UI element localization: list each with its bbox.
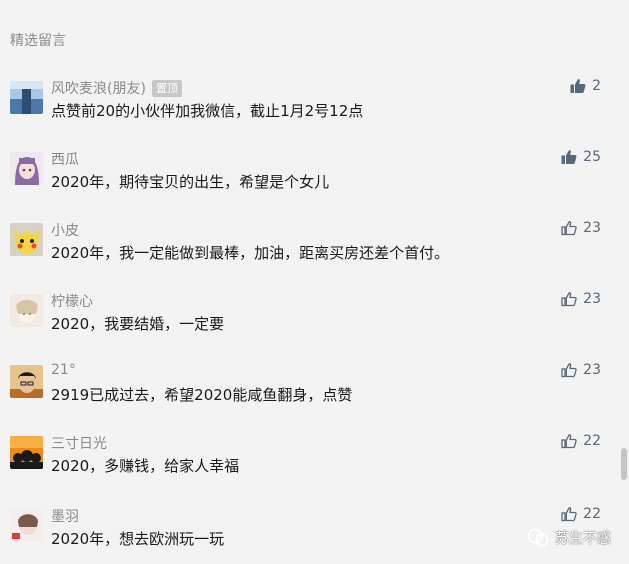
- thumbs-up-filled-icon: [561, 150, 577, 164]
- thumbs-up-outline-icon: [561, 292, 577, 307]
- avatar[interactable]: [10, 436, 43, 469]
- like-button[interactable]: 23: [561, 291, 601, 307]
- author-name[interactable]: 风吹麦浪(朋友): [51, 78, 146, 98]
- pinned-badge: 置顶: [151, 79, 182, 97]
- like-button[interactable]: 22: [561, 506, 601, 522]
- avatar[interactable]: [10, 223, 43, 256]
- comment-item: 西瓜 2020年，期待宝贝的出生，希望是个女儿 25: [0, 148, 629, 208]
- thumbs-up-filled-icon: [570, 79, 586, 93]
- avatar[interactable]: [10, 509, 43, 542]
- comment-author[interactable]: 西瓜: [51, 149, 79, 169]
- comment-author[interactable]: 三寸日光: [51, 433, 107, 453]
- watermark-label: 苏生不惑: [555, 531, 611, 547]
- like-count: 23: [583, 220, 601, 236]
- like-count: 22: [583, 433, 601, 449]
- comments-page: 精选留言 风吹麦浪(朋友) 置顶 点赞前20的小伙伴加我微信，截止1月2号12点…: [0, 0, 629, 564]
- watermark: 苏生不惑: [527, 528, 611, 548]
- comment-item: 风吹麦浪(朋友) 置顶 点赞前20的小伙伴加我微信，截止1月2号12点 2: [0, 77, 629, 137]
- comment-item: 小皮 2020年，我一定能做到最棒，加油，距离买房还差个首付。 23: [0, 219, 629, 279]
- author-name[interactable]: 小皮: [51, 220, 79, 240]
- comment-text: 2020，多赚钱，给家人幸福: [51, 457, 240, 475]
- author-name[interactable]: 柠檬心: [51, 291, 93, 311]
- like-button[interactable]: 2: [570, 78, 601, 94]
- thumbs-up-outline-icon: [561, 507, 577, 522]
- comment-item: 21° 2919已成过去，希望2020能咸鱼翻身，点赞 23: [0, 361, 629, 421]
- author-name[interactable]: 21°: [51, 362, 76, 378]
- section-title: 精选留言: [10, 33, 66, 49]
- comment-author[interactable]: 墨羽: [51, 506, 79, 526]
- thumbs-up-outline-icon: [561, 363, 577, 378]
- like-button[interactable]: 23: [561, 362, 601, 378]
- like-count: 25: [583, 149, 601, 165]
- author-name[interactable]: 西瓜: [51, 149, 79, 169]
- like-count: 23: [583, 291, 601, 307]
- avatar[interactable]: [10, 81, 43, 114]
- comment-text: 2020，我要结婚，一定要: [51, 315, 225, 333]
- avatar[interactable]: [10, 152, 43, 185]
- avatar[interactable]: [10, 365, 43, 398]
- comment-author[interactable]: 21°: [51, 362, 76, 378]
- author-name[interactable]: 三寸日光: [51, 433, 107, 453]
- like-count: 2: [592, 78, 601, 94]
- wechat-official-account-icon: [527, 528, 549, 548]
- comment-text: 2919已成过去，希望2020能咸鱼翻身，点赞: [51, 386, 353, 404]
- comment-text: 2020年，想去欧洲玩一玩: [51, 530, 225, 548]
- thumbs-up-outline-icon: [561, 221, 577, 236]
- comment-author[interactable]: 风吹麦浪(朋友) 置顶: [51, 78, 182, 98]
- comment-author[interactable]: 小皮: [51, 220, 79, 240]
- author-name[interactable]: 墨羽: [51, 506, 79, 526]
- comment-item: 三寸日光 2020，多赚钱，给家人幸福 22: [0, 432, 629, 492]
- scrollbar-thumb[interactable]: [621, 448, 627, 480]
- like-button[interactable]: 25: [561, 149, 601, 165]
- thumbs-up-outline-icon: [561, 434, 577, 449]
- comment-text: 2020年，期待宝贝的出生，希望是个女儿: [51, 173, 330, 191]
- like-count: 22: [583, 506, 601, 522]
- comment-text: 点赞前20的小伙伴加我微信，截止1月2号12点: [51, 102, 364, 120]
- comment-author[interactable]: 柠檬心: [51, 291, 93, 311]
- comment-text: 2020年，我一定能做到最棒，加油，距离买房还差个首付。: [51, 244, 450, 262]
- avatar[interactable]: [10, 294, 43, 327]
- comment-item: 柠檬心 2020，我要结婚，一定要 23: [0, 290, 629, 350]
- like-button[interactable]: 22: [561, 433, 601, 449]
- like-count: 23: [583, 362, 601, 378]
- like-button[interactable]: 23: [561, 220, 601, 236]
